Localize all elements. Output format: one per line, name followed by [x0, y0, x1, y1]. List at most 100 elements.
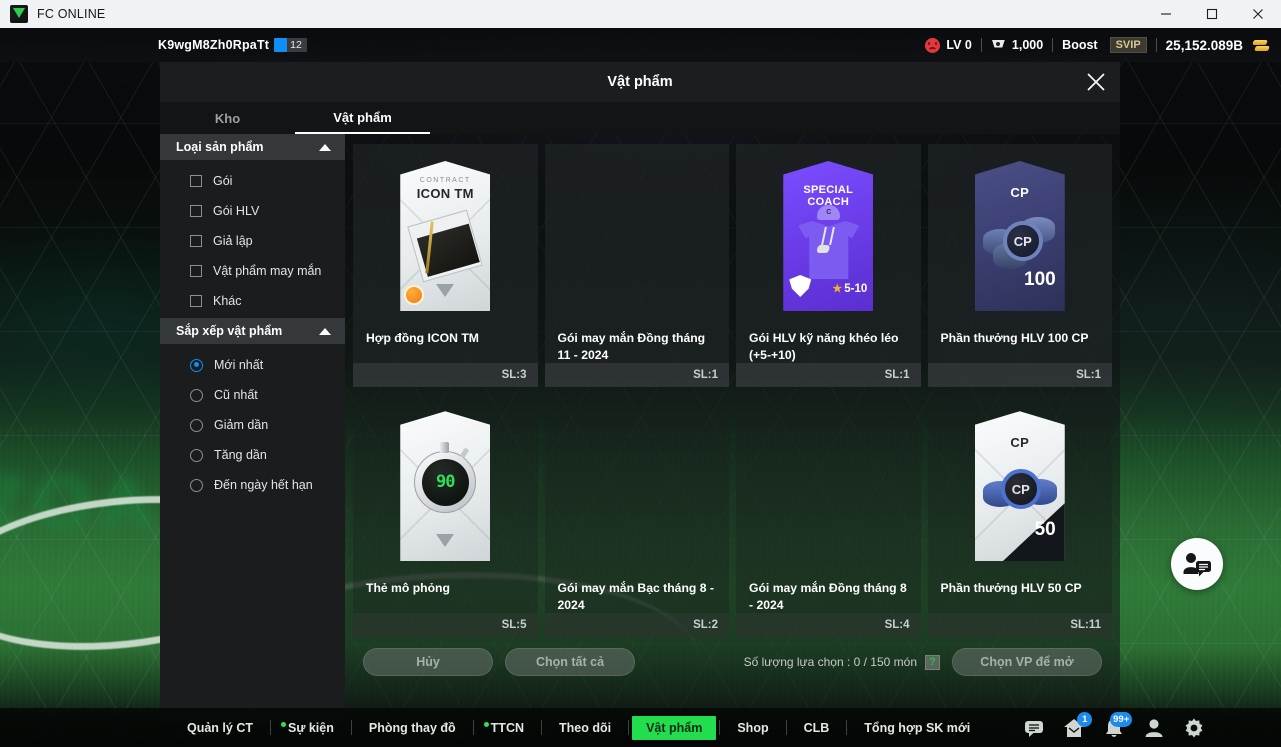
item-card[interactable]: Gói may mắn Đồng tháng 11 - 2024 SL:1 — [544, 144, 729, 388]
modal-title: Vật phẩm — [607, 74, 673, 90]
modal-body: Loại sản phẩm Gói Gói HLV Giả lập Vật ph… — [160, 134, 1120, 722]
maximize-icon[interactable] — [1189, 0, 1235, 28]
checkbox[interactable] — [190, 235, 202, 247]
item-card[interactable]: 90 Thẻ mô phỏng SL:5 — [353, 394, 538, 638]
help-icon[interactable]: ? — [925, 654, 940, 670]
filter-section-header[interactable]: Loại sản phẩm — [160, 134, 345, 160]
radio-button[interactable] — [190, 358, 203, 372]
item-artwork: SPECIAL COACH C ★ 5-10 — [736, 144, 921, 322]
nav-item-theo-doi[interactable]: Theo dõi — [542, 721, 628, 735]
nav-item-quan-ly-ct[interactable]: Quản lý CT — [170, 721, 270, 735]
modal-header: Vật phẩm — [160, 62, 1120, 102]
sort-option-den-ngay-het-han[interactable]: Đến ngày hết hạn — [160, 470, 345, 500]
sort-option-tang-dan[interactable]: Tăng dần — [160, 440, 345, 470]
contacts-chat-fab[interactable] — [1171, 538, 1223, 590]
filter-option-khac[interactable]: Khác — [160, 286, 345, 316]
level-progress-bar — [274, 38, 288, 52]
filter-option-goi[interactable]: Gói — [160, 166, 345, 196]
simulation-pack-art: 90 — [400, 411, 491, 562]
nav-item-phong-thay-do[interactable]: Phòng thay đồ — [352, 721, 473, 735]
hud-right-group: LV 0 1,000 Boost SVIP 25,152.089B — [925, 37, 1269, 53]
item-card[interactable]: Gói may mắn Đồng tháng 8 - 2024 SL:4 — [736, 394, 921, 638]
divider — [980, 38, 982, 52]
item-quantity: SL:11 — [1070, 619, 1101, 632]
select-all-button[interactable]: Chọn tất cả — [505, 648, 635, 676]
radio-button[interactable] — [190, 478, 203, 492]
star-rating-value: 5-10 — [844, 282, 868, 295]
player-identity[interactable]: K9wgM8Zh0RpaTt 12 — [158, 38, 307, 52]
divider — [1155, 38, 1157, 52]
tm-logo-icon — [436, 534, 455, 548]
item-quantity: SL:4 — [884, 619, 910, 632]
item-name: Phần thưởng HLV 50 CP — [940, 581, 1082, 596]
open-items-button[interactable]: Chọn VP để mở — [952, 648, 1102, 676]
item-name: Gói may mắn Đồng tháng 8 - 2024 — [749, 581, 907, 612]
nav-item-ttcn[interactable]: TTCN — [474, 721, 541, 735]
trophy-cup-icon — [991, 38, 1006, 53]
tab-kho[interactable]: Kho — [160, 102, 295, 134]
radio-button[interactable] — [190, 448, 203, 462]
player-username: K9wgM8Zh0RpaTt — [158, 38, 270, 52]
item-card[interactable]: CONTRACT ICON TM Hợp đồng ICON TM SL:3 — [353, 144, 538, 388]
bell-icon[interactable]: 99+ — [1103, 711, 1133, 739]
stopwatch-icon: 90 — [414, 442, 477, 514]
nav-item-su-kien[interactable]: Sự kiện — [271, 721, 351, 735]
pack-label-main: CP — [1010, 185, 1030, 200]
radio-button[interactable] — [190, 418, 203, 432]
top-status-bar: K9wgM8Zh0RpaTt 12 LV 0 1,000 Boost SVIP — [0, 28, 1281, 62]
nav-item-shop[interactable]: Shop — [720, 721, 785, 735]
item-star-rating: ★ 5-10 — [832, 282, 868, 296]
item-card[interactable]: Gói may mắn Bạc tháng 8 - 2024 SL:2 — [544, 394, 729, 638]
currency-amount: 25,152.089B — [1165, 37, 1243, 53]
sort-option-label: Tăng dần — [214, 448, 267, 462]
item-card[interactable]: CP CP 100 Phần thưởng HLV 100 CP SL:1 — [927, 144, 1112, 388]
filter-option-list: Gói Gói HLV Giả lập Vật phẩm may mắn Khá… — [160, 160, 345, 318]
radio-button[interactable] — [190, 388, 203, 402]
home-mail-icon[interactable]: 1 — [1063, 711, 1093, 739]
sort-option-giam-dan[interactable]: Giảm dần — [160, 410, 345, 440]
item-card[interactable]: CP CP 50 Phần thưởng HLV 50 CP SL:11 — [927, 394, 1112, 638]
sort-option-moi-nhat[interactable]: Mới nhất — [160, 350, 345, 380]
level-number: 12 — [290, 39, 302, 51]
filter-option-gia-lap[interactable]: Giả lập — [160, 226, 345, 256]
caret-up-icon — [319, 327, 331, 335]
selection-count-text: Số lượng lựa chọn : 0 / 150 món — [743, 655, 917, 669]
profile-icon[interactable] — [1143, 717, 1165, 739]
game-viewport: ZOA K9wgM8Zh0RpaTt 12 LV 0 1,000 Boost S… — [0, 28, 1281, 747]
sort-section-header[interactable]: Sắp xếp vật phẩm — [160, 318, 345, 344]
chat-icon[interactable] — [1023, 717, 1045, 739]
checkbox[interactable] — [190, 265, 202, 277]
item-quantity: SL:5 — [501, 619, 527, 632]
nav-item-tong-hop-sk-moi[interactable]: Tổng hợp SK mới — [847, 721, 987, 735]
sort-option-cu-nhat[interactable]: Cũ nhất — [160, 380, 345, 410]
currency-indicator[interactable]: 25,152.089B — [1166, 38, 1269, 53]
checkbox[interactable] — [190, 205, 202, 217]
minimize-icon[interactable] — [1143, 0, 1189, 28]
filter-option-vat-pham-may-man[interactable]: Vật phẩm may mắn — [160, 256, 345, 286]
filter-sidebar: Loại sản phẩm Gói Gói HLV Giả lập Vật ph… — [160, 134, 345, 722]
filter-option-goi-hlv[interactable]: Gói HLV — [160, 196, 345, 226]
tab-vat-pham[interactable]: Vật phẩm — [295, 102, 430, 134]
item-quantity: SL:1 — [693, 369, 718, 382]
item-card[interactable]: SPECIAL COACH C ★ 5-10 Gói HLV kỹ năng k… — [736, 144, 921, 388]
stopwatch-digits: 90 — [436, 472, 456, 493]
gear-icon[interactable] — [1183, 717, 1205, 739]
checkbox[interactable] — [190, 295, 202, 307]
item-quantity: SL:2 — [693, 619, 718, 632]
cup-value: 1,000 — [1011, 38, 1044, 52]
modal-close-button[interactable] — [1082, 68, 1110, 96]
checkbox[interactable] — [190, 175, 202, 187]
level-indicator: LV 0 — [925, 37, 972, 53]
cancel-button[interactable]: Hủy — [363, 648, 493, 676]
notification-dot-icon — [280, 721, 286, 727]
pack-label-main: CP — [1010, 435, 1030, 451]
filter-option-label: Khác — [213, 294, 242, 308]
close-icon[interactable] — [1235, 0, 1281, 28]
nav-item-group: Quản lý CT Sự kiện Phòng thay đồ TTCN Th… — [170, 715, 987, 740]
nav-item-vat-pham[interactable]: Vật phẩm — [632, 715, 717, 740]
item-name: Gói may mắn Đồng tháng 11 - 2024 — [557, 331, 706, 362]
boost-indicator[interactable]: Boost SVIP — [1062, 37, 1147, 53]
item-footer: SL:11 — [927, 613, 1112, 638]
nav-item-clb[interactable]: CLB — [787, 721, 847, 735]
nav-item-label: TTCN — [490, 720, 524, 735]
